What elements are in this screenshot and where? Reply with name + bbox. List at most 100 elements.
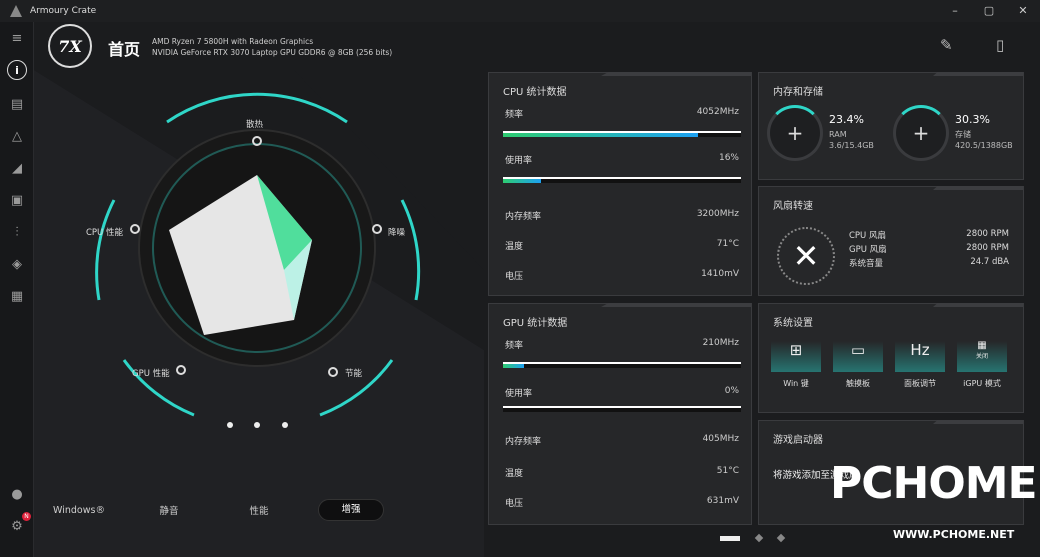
mode-performance[interactable]: 性能	[214, 503, 304, 517]
noise-point[interactable]	[372, 224, 382, 234]
windows-key-icon: ⊞	[771, 328, 821, 372]
ram-detail: 3.6/15.4GB	[829, 141, 874, 150]
menu-icon[interactable]: ≡	[7, 28, 27, 48]
cpu-usage-bar-fill	[503, 179, 542, 183]
pchome-watermark: PCHOME	[830, 458, 1038, 509]
page-indicator	[720, 533, 786, 543]
device-icon[interactable]: ▤	[7, 94, 27, 114]
memory-storage-panel: 内存和存储 + 23.4% RAM 3.6/15.4GB + 30.3% 存储 …	[758, 72, 1024, 180]
memory-title: 内存和存储	[773, 87, 823, 98]
gamevisual-icon[interactable]: ◢	[7, 158, 27, 178]
notification-badge: N	[22, 512, 31, 521]
cpu-temp-label: 温度	[505, 242, 524, 252]
igpu-label: iGPU 模式	[963, 379, 1001, 388]
system-info: AMD Ryzen 7 5800H with Radeon Graphics N…	[152, 36, 392, 58]
cpu-volt-label: 电压	[505, 272, 524, 282]
gpu-usage-label: 使用率	[505, 389, 533, 399]
gpu-freq-value: 210MHz	[702, 338, 739, 348]
touchpad-label: 触摸板	[846, 379, 870, 388]
cpu-usage-bar	[503, 177, 741, 183]
gpu-model: NVIDIA GeForce RTX 3070 Laptop GPU GDDR6…	[152, 48, 393, 57]
home-info-icon[interactable]: i	[7, 60, 27, 80]
page-dot-1[interactable]	[720, 535, 740, 541]
system-settings-panel: 系统设置 ⊞ Win 键 ▭ 触摸板 Hz 面板调节 ▦ 关闭 iGPU 模式	[758, 303, 1024, 413]
operating-mode-bar: Windows® 静音 性能 增强	[34, 498, 454, 522]
win-key-toggle[interactable]: ⊞ Win 键	[767, 328, 825, 389]
fan-title: 风扇转速	[773, 201, 813, 212]
cpu-freq-bar	[503, 131, 741, 137]
storage-percent: 30.3%	[955, 113, 990, 126]
rog-7x-logo: 7X	[48, 24, 92, 68]
user-icon[interactable]: ●	[7, 484, 27, 504]
maximize-button[interactable]: ▢	[972, 0, 1006, 22]
touchpad-icon: ▭	[833, 328, 883, 372]
header: 7X 首页 AMD Ryzen 7 5800H with Radeon Grap…	[34, 22, 1040, 70]
cpu-mem-freq-label: 内存频率	[505, 212, 542, 222]
cooling-point[interactable]	[252, 136, 262, 146]
cpu-volt-value: 1410mV	[701, 269, 739, 279]
close-button[interactable]: ✕	[1006, 0, 1040, 22]
power-saving-point[interactable]	[328, 367, 338, 377]
cpu-mem-freq-value: 3200MHz	[696, 209, 739, 219]
panel-overdrive-icon: Hz	[895, 328, 945, 372]
deals-tag-icon[interactable]: ◈	[7, 254, 27, 274]
launcher-title: 游戏启动器	[773, 435, 823, 446]
ram-label: RAM	[829, 130, 847, 139]
cpu-performance-point[interactable]	[130, 224, 140, 234]
page-dot-3[interactable]	[776, 533, 786, 543]
radar-label-cooling: 散热	[246, 120, 264, 130]
radar-label-noise: 降噪	[388, 228, 406, 238]
gpu-mem-freq-label: 内存频率	[505, 437, 542, 447]
cpu-fan-value: 2800 RPM	[966, 229, 1009, 239]
scenario-profiles-icon[interactable]: ⫶	[7, 222, 27, 242]
gpu-temp-label: 温度	[505, 469, 524, 479]
cpu-model: AMD Ryzen 7 5800H with Radeon Graphics	[152, 37, 314, 46]
radar-label-cpu: CPU 性能	[86, 228, 123, 238]
minimize-button[interactable]: –	[938, 0, 972, 22]
game-library-icon[interactable]: ▣	[7, 190, 27, 210]
mode-windows[interactable]: Windows®	[34, 505, 124, 516]
sidebar: ≡ i ▤ △ ◢ ▣ ⫶ ◈ ▦ ● ⚙ N	[0, 22, 34, 557]
ram-percent: 23.4%	[829, 113, 864, 126]
cpu-temp-value: 71°C	[716, 239, 739, 249]
news-icon[interactable]: ▦	[7, 286, 27, 306]
mode-turbo[interactable]: 增强	[318, 499, 384, 521]
cpu-freq-bar-fill	[503, 133, 699, 137]
cpu-freq-value: 4052MHz	[696, 107, 739, 117]
gpu-temp-value: 51°C	[716, 466, 739, 476]
gpu-volt-label: 电压	[505, 499, 524, 509]
win-key-label: Win 键	[783, 379, 809, 388]
page-title: 首页	[108, 40, 141, 59]
panel-overdrive-toggle[interactable]: Hz 面板调节	[891, 328, 949, 389]
touchpad-toggle[interactable]: ▭ 触摸板	[829, 328, 887, 389]
cpu-stats-title: CPU 统计数据	[503, 87, 567, 98]
storage-detail: 420.5/1388GB	[955, 141, 1013, 150]
page-dot-2[interactable]	[754, 533, 764, 543]
storage-ring: +	[893, 105, 949, 161]
window-title: Armoury Crate	[30, 6, 97, 16]
storage-label: 存储	[955, 130, 971, 139]
gpu-freq-bar-fill	[503, 364, 525, 368]
ram-ring: +	[767, 105, 823, 161]
noise-value: 24.7 dBA	[970, 257, 1009, 267]
gpu-volt-value: 631mV	[706, 496, 739, 506]
gpu-usage-bar	[503, 406, 741, 412]
igpu-mode-toggle[interactable]: ▦ 关闭 iGPU 模式	[953, 328, 1011, 389]
gpu-freq-label: 频率	[505, 341, 524, 351]
gpu-stats-panel: GPU 统计数据 频率 210MHz 使用率 0% 内存频率 405MHz 温度 51°…	[488, 303, 752, 525]
gpu-freq-bar	[503, 362, 741, 368]
radar-label-power: 节能	[345, 369, 363, 379]
cpu-usage-label: 使用率	[505, 156, 533, 166]
radar-label-gpu: GPU 性能	[132, 369, 170, 379]
mode-silent[interactable]: 静音	[124, 503, 214, 517]
aura-icon[interactable]: △	[7, 126, 27, 146]
app-logo-icon	[10, 5, 22, 17]
cpu-fan-label: CPU 风扇	[849, 231, 886, 241]
gpu-performance-point[interactable]	[176, 365, 186, 375]
edit-layout-icon[interactable]: ✎	[940, 36, 960, 58]
fan-speed-panel: 风扇转速 ✕ CPU 风扇 2800 RPM GPU 风扇 2800 RPM 系统音…	[758, 186, 1024, 296]
settings-title: 系统设置	[773, 318, 813, 329]
gpu-fan-label: GPU 风扇	[849, 245, 887, 255]
device-status-icon[interactable]: ▯	[996, 36, 1016, 58]
gpu-mem-freq-value: 405MHz	[702, 434, 739, 444]
